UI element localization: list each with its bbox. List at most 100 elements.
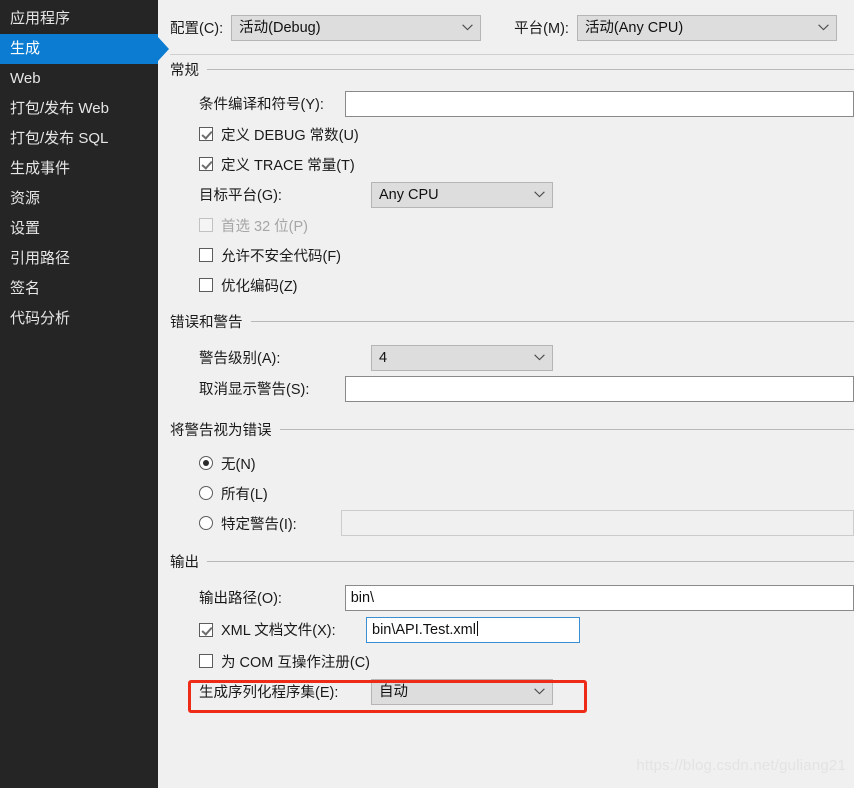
warnings-specific-label: 特定警告(I): (221, 516, 297, 533)
xml-documentation-file-label: XML 文档文件(X): (221, 623, 336, 639)
project-properties-window: 应用程序 生成 Web 打包/发布 Web 打包/发布 SQL 生成事件 资源 … (0, 0, 854, 788)
text-cursor (476, 620, 478, 636)
warnings-specific-row[interactable]: 特定警告(I): (170, 508, 854, 538)
target-platform-value: Any CPU (379, 186, 439, 203)
warnings-none-label: 无(N) (221, 456, 256, 473)
sidebar-item-label: Web (10, 70, 41, 87)
sidebar-item-label: 签名 (10, 280, 41, 297)
sidebar-item-application[interactable]: 应用程序 (0, 4, 158, 34)
allow-unsafe-code-row[interactable]: 允许不安全代码(F) (170, 240, 854, 270)
general-section-header: 常规 (170, 59, 854, 80)
warnings-specific-radio[interactable] (199, 516, 213, 530)
register-com-interop-label: 为 COM 互操作注册(C) (221, 654, 371, 671)
define-debug-row[interactable]: 定义 DEBUG 常数(U) (170, 119, 854, 149)
sidebar-item-signing[interactable]: 签名 (0, 274, 158, 304)
chevron-down-icon (534, 680, 545, 704)
sidebar-item-code-analysis[interactable]: 代码分析 (0, 304, 158, 334)
suppress-warnings-input[interactable] (344, 375, 854, 402)
sidebar-item-reference-paths[interactable]: 引用路径 (0, 244, 158, 274)
output-section: 输出 输出路径(O): bin\ XML 文档文件(X): bin\API.Te… (170, 551, 854, 707)
generate-serialization-assembly-dropdown[interactable]: 自动 (371, 678, 553, 705)
warnings-all-label: 所有(L) (221, 486, 268, 503)
build-settings-pane: 配置(C): 活动(Debug) 平台(M): 活动(Any CPU) 常规 条… (158, 0, 854, 788)
warnings-specific-input (341, 510, 854, 536)
watermark-text: https://blog.csdn.net/guliang21 (636, 757, 846, 774)
warnings-none-radio[interactable] (199, 456, 213, 470)
conditional-symbols-row: 条件编译和符号(Y): (170, 88, 854, 119)
chevron-down-icon (818, 16, 829, 40)
sidebar-item-web[interactable]: Web (0, 64, 158, 94)
register-com-interop-checkbox[interactable] (199, 654, 213, 668)
target-platform-row: 目标平台(G): Any CPU (170, 179, 854, 210)
generate-serialization-assembly-label: 生成序列化程序集(E): (199, 685, 339, 701)
chevron-down-icon (462, 16, 473, 40)
sidebar-item-build-events[interactable]: 生成事件 (0, 154, 158, 184)
warnings-all-row[interactable]: 所有(L) (170, 478, 854, 508)
output-path-row: 输出路径(O): bin\ (170, 582, 854, 613)
output-path-value: bin\ (350, 589, 375, 606)
general-header-label: 常规 (170, 63, 199, 79)
errors-warnings-header-label: 错误和警告 (170, 315, 243, 331)
warning-level-dropdown[interactable]: 4 (371, 344, 553, 371)
optimize-code-checkbox[interactable] (199, 278, 213, 292)
section-divider-line (207, 561, 854, 562)
sidebar: 应用程序 生成 Web 打包/发布 Web 打包/发布 SQL 生成事件 资源 … (0, 0, 169, 788)
conditional-symbols-input[interactable] (344, 90, 854, 117)
optimize-code-label: 优化编码(Z) (221, 278, 298, 295)
platform-label: 平台(M): (514, 21, 569, 37)
treat-warnings-section-header: 将警告视为错误 (170, 419, 854, 440)
sidebar-item-package-publish-sql[interactable]: 打包/发布 SQL (0, 124, 158, 154)
sidebar-item-label: 打包/发布 SQL (10, 130, 109, 147)
define-trace-checkbox[interactable] (199, 157, 213, 171)
suppress-warnings-row: 取消显示警告(S): (170, 373, 854, 404)
sidebar-item-label: 生成 (10, 40, 41, 57)
sidebar-item-build[interactable]: 生成 (0, 34, 169, 64)
allow-unsafe-code-checkbox[interactable] (199, 248, 213, 262)
prefer-32bit-checkbox (199, 218, 213, 232)
output-section-header: 输出 (170, 551, 854, 572)
sidebar-item-label: 应用程序 (10, 10, 71, 27)
toolbar-divider (170, 54, 854, 55)
xml-documentation-file-input[interactable]: bin\API.Test.xml (366, 616, 580, 643)
warning-level-row: 警告级别(A): 4 (170, 342, 854, 373)
warnings-none-row[interactable]: 无(N) (170, 448, 854, 478)
platform-value: 活动(Any CPU) (584, 19, 684, 36)
allow-unsafe-code-label: 允许不安全代码(F) (221, 248, 342, 265)
xml-documentation-file-checkbox[interactable] (199, 622, 213, 637)
define-trace-row[interactable]: 定义 TRACE 常量(T) (170, 149, 854, 179)
platform-dropdown[interactable]: 活动(Any CPU) (576, 14, 837, 41)
sidebar-item-label: 资源 (10, 190, 41, 207)
configuration-label: 配置(C): (170, 21, 224, 37)
sidebar-item-label: 打包/发布 Web (10, 100, 109, 117)
configuration-dropdown[interactable]: 活动(Debug) (231, 14, 482, 41)
suppress-warnings-label: 取消显示警告(S): (199, 382, 310, 398)
general-section: 常规 条件编译和符号(Y): 定义 DEBUG 常数(U) 定义 TRACE 常… (170, 59, 854, 300)
optimize-code-row[interactable]: 优化编码(Z) (170, 270, 854, 300)
sidebar-item-label: 设置 (10, 220, 41, 237)
output-path-input[interactable]: bin\ (344, 584, 854, 611)
sidebar-item-label: 代码分析 (10, 310, 71, 327)
define-debug-label: 定义 DEBUG 常数(U) (221, 127, 359, 144)
treat-warnings-as-errors-section: 将警告视为错误 无(N) 所有(L) 特定警告(I): (170, 419, 854, 538)
sidebar-item-settings[interactable]: 设置 (0, 214, 158, 244)
sidebar-item-package-publish-web[interactable]: 打包/发布 Web (0, 94, 158, 124)
output-path-label: 输出路径(O): (199, 591, 282, 607)
chevron-down-icon (534, 183, 545, 207)
define-debug-checkbox[interactable] (199, 127, 213, 141)
generate-serialization-assembly-row: 生成序列化程序集(E): 自动 (170, 676, 854, 707)
section-divider-line (279, 429, 854, 430)
section-divider-line (207, 69, 854, 70)
generate-serialization-assembly-value: 自动 (379, 683, 408, 700)
errors-warnings-section: 错误和警告 警告级别(A): 4 取消显示警告(S): (170, 311, 854, 404)
sidebar-item-label: 引用路径 (10, 250, 71, 267)
warning-level-value: 4 (379, 349, 388, 366)
errors-warnings-section-header: 错误和警告 (170, 311, 854, 332)
prefer-32bit-row: 首选 32 位(P) (170, 210, 854, 240)
register-com-interop-row[interactable]: 为 COM 互操作注册(C) (170, 646, 854, 676)
conditional-symbols-label: 条件编译和符号(Y): (199, 97, 324, 113)
target-platform-dropdown[interactable]: Any CPU (371, 181, 553, 208)
warnings-all-radio[interactable] (199, 486, 213, 500)
target-platform-label: 目标平台(G): (199, 188, 282, 204)
xml-documentation-file-value: bin\API.Test.xml (372, 621, 476, 638)
sidebar-item-resources[interactable]: 资源 (0, 184, 158, 214)
